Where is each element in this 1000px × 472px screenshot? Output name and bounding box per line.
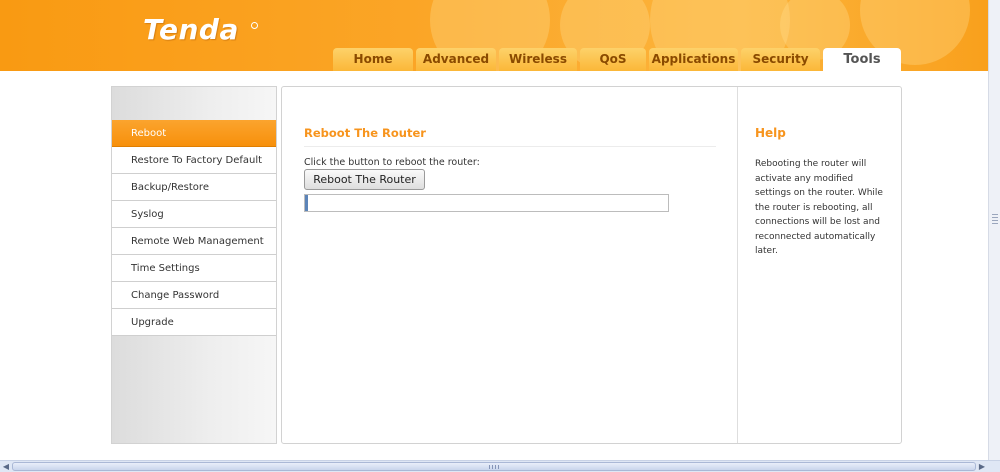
reboot-router-button[interactable]: Reboot The Router: [304, 169, 425, 190]
sidebar-menu: Reboot Restore To Factory Default Backup…: [112, 120, 276, 336]
sidebar-item-change-password[interactable]: Change Password: [112, 282, 276, 309]
tab-advanced[interactable]: Advanced: [416, 48, 496, 71]
scroll-left-icon[interactable]: ◀: [0, 461, 12, 472]
main-content-panel: Reboot The Router Click the button to re…: [281, 86, 902, 444]
tab-applications[interactable]: Applications: [649, 48, 738, 71]
scrollbar-grip-icon: [489, 465, 499, 469]
tab-qos[interactable]: QoS: [580, 48, 646, 71]
title-divider: [304, 146, 716, 147]
tab-tools[interactable]: Tools: [823, 48, 901, 71]
help-text: Rebooting the router will activate any m…: [755, 159, 883, 256]
sidebar-item-restore-factory-default[interactable]: Restore To Factory Default: [112, 147, 276, 174]
sidebar-item-upgrade[interactable]: Upgrade: [112, 309, 276, 336]
horizontal-scrollbar-thumb[interactable]: [12, 462, 976, 471]
tab-wireless[interactable]: Wireless: [499, 48, 577, 71]
sidebar-item-backup-restore[interactable]: Backup/Restore: [112, 174, 276, 201]
sidebar-item-remote-web-management[interactable]: Remote Web Management: [112, 228, 276, 255]
help-divider: [737, 87, 738, 443]
sidebar-item-syslog[interactable]: Syslog: [112, 201, 276, 228]
header-banner: Tenda Home Advanced Wireless QoS Applica…: [0, 0, 988, 71]
reboot-instruction: Click the button to reboot the router:: [304, 157, 480, 168]
sidebar: Reboot Restore To Factory Default Backup…: [111, 86, 277, 444]
progress-fill: [305, 195, 308, 211]
brand-logo: Tenda: [143, 13, 239, 46]
help-title: Help: [755, 126, 786, 140]
reboot-progress-bar: [304, 194, 669, 212]
tab-home[interactable]: Home: [333, 48, 413, 71]
sidebar-item-reboot[interactable]: Reboot: [112, 120, 276, 147]
vertical-scrollbar[interactable]: [988, 0, 1000, 460]
page-title: Reboot The Router: [304, 126, 426, 140]
registered-mark-icon: [251, 22, 258, 29]
horizontal-scrollbar[interactable]: ◀ ▶: [0, 460, 1000, 472]
tab-security[interactable]: Security: [741, 48, 820, 71]
scroll-right-icon[interactable]: ▶: [976, 461, 988, 472]
sidebar-item-time-settings[interactable]: Time Settings: [112, 255, 276, 282]
scrollbar-grip-icon: [992, 214, 998, 224]
